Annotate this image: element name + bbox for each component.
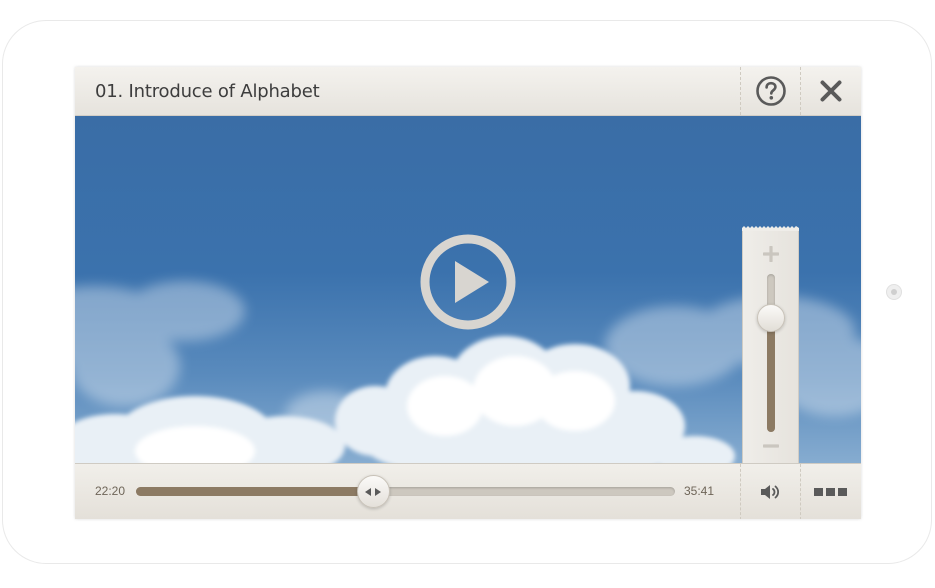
close-button[interactable] (800, 67, 860, 115)
volume-panel-edge (742, 226, 799, 231)
plus-icon[interactable] (763, 246, 779, 262)
more-icon (813, 488, 847, 496)
minus-icon[interactable] (763, 443, 779, 449)
play-icon (455, 261, 489, 303)
progress-fill (136, 487, 374, 496)
volume-button[interactable] (740, 464, 800, 519)
help-button[interactable] (740, 67, 800, 115)
progress-scrubber[interactable] (356, 475, 390, 508)
progress-bar[interactable] (136, 487, 675, 496)
duration-time: 35:41 (684, 484, 715, 498)
more-button[interactable] (800, 464, 860, 519)
tablet-home-button[interactable] (886, 284, 902, 300)
volume-panel (742, 226, 799, 463)
scrub-arrows-icon (365, 487, 382, 496)
play-button[interactable] (419, 233, 517, 331)
player-header: 01. Introduce of Alphabet (75, 67, 861, 116)
video-title: 01. Introduce of Alphabet (95, 81, 320, 102)
control-bar: 22:20 35:41 (75, 463, 861, 519)
help-circle-icon (755, 76, 786, 106)
volume-slider-track[interactable] (767, 274, 775, 432)
close-icon (820, 80, 841, 102)
volume-slider-knob[interactable] (757, 304, 785, 333)
speaker-icon (760, 485, 779, 499)
video-player: 01. Introduce of Alphabet 22:20 35:41 (75, 67, 861, 519)
volume-fill (767, 318, 775, 432)
current-time: 22:20 (95, 484, 126, 498)
